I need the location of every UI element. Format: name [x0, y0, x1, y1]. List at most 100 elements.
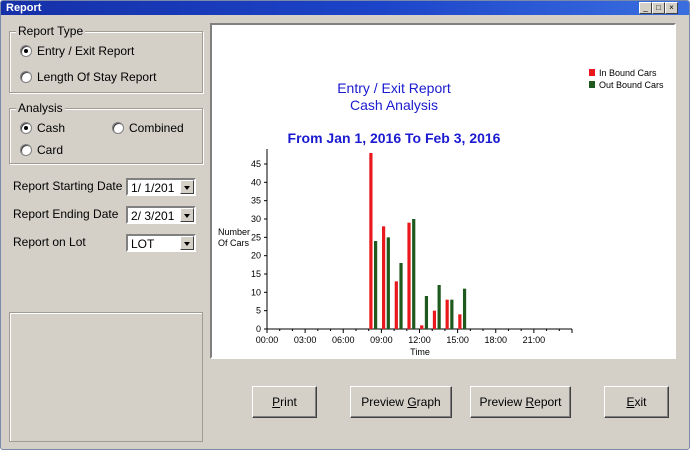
- print-label-post: rint: [280, 395, 297, 409]
- end-date-picker[interactable]: 2/ 3/201: [126, 206, 196, 224]
- radio-entry-exit-report[interactable]: Entry / Exit Report: [20, 44, 134, 58]
- bar-in-bound: [407, 222, 411, 329]
- x-tick-label: 12:00: [408, 335, 431, 345]
- report-type-legend: Report Type: [16, 24, 86, 38]
- radio-label: Combined: [129, 121, 184, 135]
- chart-axes: 0 5 10 15 20 25 30 35 40 45 00:00 03:00 06:00 09:00 12…: [251, 149, 573, 345]
- start-date-label: Report Starting Date: [13, 179, 123, 193]
- minimize-icon[interactable]: _: [639, 2, 652, 14]
- y-tick-label: 35: [251, 196, 261, 206]
- radio-icon[interactable]: [112, 122, 124, 134]
- legend-label-in-bound: In Bound Cars: [599, 68, 657, 78]
- bar-out-bound: [437, 285, 441, 329]
- chart-bars: [369, 153, 467, 329]
- empty-panel: [9, 312, 203, 442]
- legend-label-out-bound: Out Bound Cars: [599, 80, 664, 90]
- bar-in-bound: [382, 226, 386, 329]
- chevron-down-icon[interactable]: [180, 236, 194, 250]
- y-axis-label-line1: Number: [218, 227, 250, 237]
- radio-card[interactable]: Card: [20, 143, 63, 157]
- radio-selected-icon[interactable]: [20, 45, 32, 57]
- x-tick-label: 15:00: [446, 335, 469, 345]
- bar-out-bound: [399, 263, 403, 329]
- report-window: Report _ □ × Report Type Entry / Exit Re…: [0, 0, 690, 450]
- y-tick-label: 30: [251, 214, 261, 224]
- radio-label: Length Of Stay Report: [37, 70, 157, 84]
- chart-date-range: From Jan 1, 2016 To Feb 3, 2016: [288, 130, 501, 146]
- exit-label-key: E: [626, 395, 635, 409]
- radio-combined[interactable]: Combined: [112, 121, 184, 135]
- lot-select[interactable]: LOT: [126, 234, 196, 252]
- y-tick-label: 45: [251, 159, 261, 169]
- preview-graph-label-pre: Preview: [361, 395, 408, 409]
- radio-label: Entry / Exit Report: [37, 44, 135, 58]
- close-icon[interactable]: ×: [665, 2, 678, 14]
- legend-swatch-in-bound: [589, 69, 595, 76]
- radio-cash[interactable]: Cash: [20, 121, 65, 135]
- radio-length-of-stay-report[interactable]: Length Of Stay Report: [20, 70, 156, 84]
- y-tick-label: 10: [251, 287, 261, 297]
- preview-report-label-pre: Preview: [479, 395, 526, 409]
- y-tick-label: 0: [256, 324, 261, 334]
- bar-out-bound: [462, 288, 467, 329]
- title-bar[interactable]: Report _ □ ×: [1, 1, 689, 15]
- bar-in-bound: [369, 153, 373, 329]
- radio-selected-icon[interactable]: [20, 122, 32, 134]
- x-tick-label: 03:00: [294, 335, 317, 345]
- exit-label-post: xit: [634, 395, 647, 409]
- y-tick-label: 25: [251, 232, 261, 242]
- bar-in-bound: [420, 325, 424, 329]
- start-date-picker[interactable]: 1/ 1/201: [126, 178, 196, 196]
- x-tick-label: 00:00: [256, 335, 279, 345]
- report-type-group: Report Type Entry / Exit Report Length O…: [9, 24, 203, 93]
- y-tick-label: 40: [251, 177, 261, 187]
- bar-out-bound: [412, 219, 416, 329]
- bar-out-bound: [424, 296, 429, 329]
- chart-panel: Entry / Exit Report Cash Analysis From J…: [210, 23, 676, 359]
- bar-in-bound: [394, 281, 398, 329]
- preview-graph-button[interactable]: Preview Graph: [350, 386, 452, 418]
- print-button[interactable]: Print: [252, 386, 317, 418]
- lot-value: LOT: [131, 237, 155, 251]
- x-tick-label: 18:00: [484, 335, 507, 345]
- x-tick-label: 09:00: [370, 335, 393, 345]
- chart-svg: Entry / Exit Report Cash Analysis From J…: [218, 68, 664, 357]
- bar-out-bound: [450, 299, 454, 329]
- preview-report-button[interactable]: Preview Report: [470, 386, 571, 418]
- chevron-down-icon[interactable]: [180, 208, 194, 222]
- preview-report-label-post: eport: [534, 395, 562, 409]
- end-date-label: Report Ending Date: [13, 207, 119, 221]
- lot-label: Report on Lot: [13, 235, 86, 249]
- bar-in-bound: [458, 314, 462, 329]
- chart-subtitle: Cash Analysis: [350, 97, 438, 113]
- chevron-down-icon[interactable]: [180, 180, 194, 194]
- maximize-icon[interactable]: □: [652, 2, 665, 14]
- bar-in-bound: [432, 310, 437, 329]
- x-axis-label: Time: [410, 347, 430, 357]
- preview-report-label-key: R: [525, 395, 535, 409]
- y-tick-label: 15: [251, 269, 261, 279]
- preview-graph-label-post: raph: [416, 395, 441, 409]
- radio-icon[interactable]: [20, 71, 32, 83]
- exit-button[interactable]: Exit: [604, 386, 669, 418]
- y-tick-label: 5: [256, 306, 261, 316]
- end-date-value: 2/ 3/201: [131, 209, 175, 223]
- x-tick-label: 21:00: [523, 335, 546, 345]
- analysis-legend: Analysis: [16, 101, 65, 115]
- preview-graph-label-key: G: [407, 395, 417, 409]
- x-tick-label: 06:00: [332, 335, 355, 345]
- print-label-key: P: [272, 395, 281, 409]
- radio-label: Card: [37, 143, 64, 157]
- start-date-value: 1/ 1/201: [131, 181, 175, 195]
- y-axis-label-line2: Of Cars: [218, 238, 250, 248]
- analysis-group: Analysis Cash Combined Card: [9, 101, 203, 164]
- radio-icon[interactable]: [20, 144, 32, 156]
- bar-out-bound: [386, 237, 390, 329]
- bar-in-bound: [445, 299, 449, 329]
- bar-out-bound: [374, 241, 378, 329]
- window-title: Report: [6, 2, 42, 14]
- legend-swatch-out-bound: [589, 81, 595, 88]
- radio-label: Cash: [37, 121, 66, 135]
- y-tick-label: 20: [251, 251, 261, 261]
- chart-title: Entry / Exit Report: [337, 80, 451, 96]
